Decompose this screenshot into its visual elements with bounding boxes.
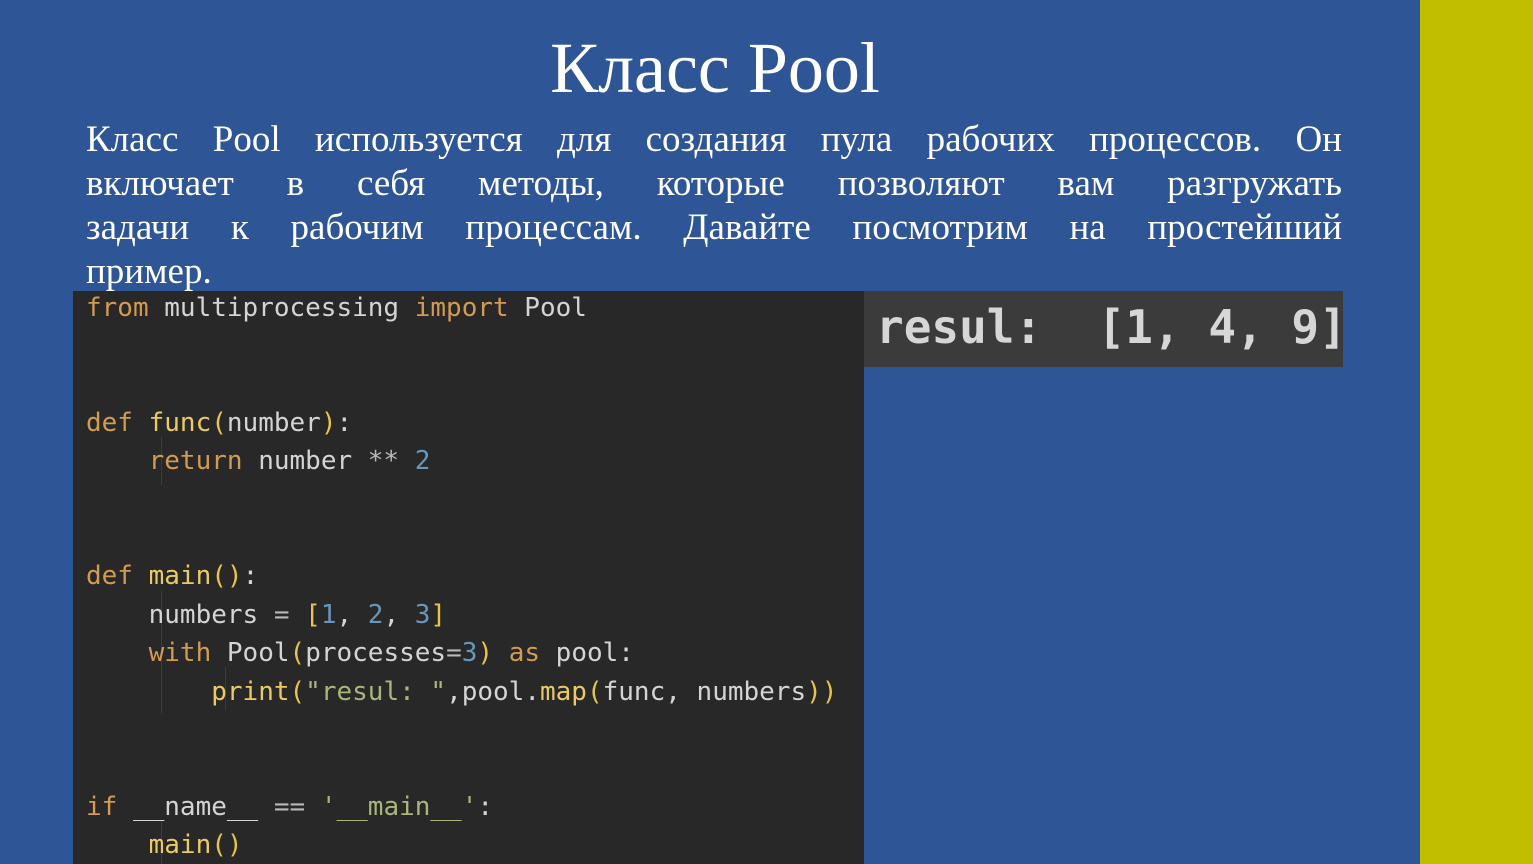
code-line-return: return number ** 2 (86, 444, 431, 482)
code-token: ) (821, 677, 838, 707)
code-token: 2 (414, 446, 431, 476)
code-token: from (86, 293, 149, 323)
code-token: : (336, 408, 353, 438)
code-token: processes (305, 638, 447, 668)
code-token: multiprocessing (148, 293, 415, 323)
code-token: return (148, 446, 243, 476)
code-token: number (226, 408, 321, 438)
output-screenshot: resul: [1, 4, 9] (864, 291, 1347, 367)
code-token: def (86, 561, 133, 591)
code-token: ( (211, 408, 227, 438)
code-token: 3 (461, 638, 478, 668)
code-token: if (86, 792, 118, 822)
code-line-with-pool: with Pool(processes=3) as pool: (86, 636, 634, 674)
code-token: number (242, 446, 368, 476)
code-token: func (602, 677, 666, 707)
code-token: "resul: " (305, 677, 447, 707)
code-token: ( (289, 638, 306, 668)
code-token: , (336, 600, 368, 630)
output-text: resul: [1, 4, 9] (876, 300, 1347, 354)
body-paragraph: Класс Pool используется для создания пул… (86, 118, 1342, 294)
code-token: __name__ (117, 792, 274, 822)
code-token: main (148, 830, 212, 860)
code-token: map (539, 677, 587, 707)
body-line-1: Класс Pool используется для создания пул… (86, 119, 1342, 160)
code-token: 2 (367, 600, 384, 630)
code-token: Pool (508, 293, 587, 323)
code-line-def-func: def func(number): (86, 406, 352, 444)
code-token: ** (367, 446, 400, 476)
code-token: ( (586, 677, 603, 707)
code-token: ) (320, 408, 337, 438)
code-token: numbers (86, 600, 274, 630)
body-line-2: включает в себя методы, которые позволяю… (86, 163, 1342, 204)
code-token: == (273, 792, 306, 822)
code-token: '__main__' (320, 792, 478, 822)
code-token: ] (430, 600, 447, 630)
code-line-numbers: numbers = [1, 2, 3] (86, 598, 446, 636)
code-screenshot: from multiprocessing import Pool def fun… (73, 291, 864, 864)
code-token: () (211, 561, 243, 591)
code-token: [ (305, 600, 321, 630)
code-token: with (148, 638, 212, 668)
code-line-if-main: if __name__ == '__main__': (86, 790, 493, 828)
code-token: ) (806, 677, 822, 707)
code-token: print (211, 677, 290, 707)
code-token: 3 (414, 600, 431, 630)
code-token: = (273, 600, 290, 630)
code-line-import: from multiprocessing import Pool (86, 291, 587, 329)
code-line-print: print("resul: ",pool.map(func, numbers)) (86, 675, 837, 713)
code-token: : (477, 792, 494, 822)
code-line-call-main: main() (86, 828, 243, 864)
code-token: pool: (540, 638, 634, 668)
code-token: : (242, 561, 259, 591)
code-token: ( (289, 677, 306, 707)
code-token: def (86, 408, 133, 438)
slide-title: Класс Pool (550, 28, 880, 108)
code-token: as (508, 638, 541, 668)
code-token: = (446, 638, 462, 668)
code-token: () (211, 830, 243, 860)
accent-side-bar (1420, 0, 1533, 864)
code-token: 1 (320, 600, 337, 630)
code-token: , (383, 600, 415, 630)
code-line-def-main: def main(): (86, 559, 258, 597)
code-token: Pool (211, 638, 290, 668)
code-token: func (148, 408, 212, 438)
body-line-3: задачи к рабочим процессам. Давайте посм… (86, 207, 1342, 248)
body-line-4: пример. (86, 251, 212, 292)
code-token: main (148, 561, 212, 591)
code-token: ) (477, 638, 494, 668)
code-token: import (414, 293, 509, 323)
code-token: ,pool. (446, 677, 540, 707)
code-token: , numbers (665, 677, 807, 707)
